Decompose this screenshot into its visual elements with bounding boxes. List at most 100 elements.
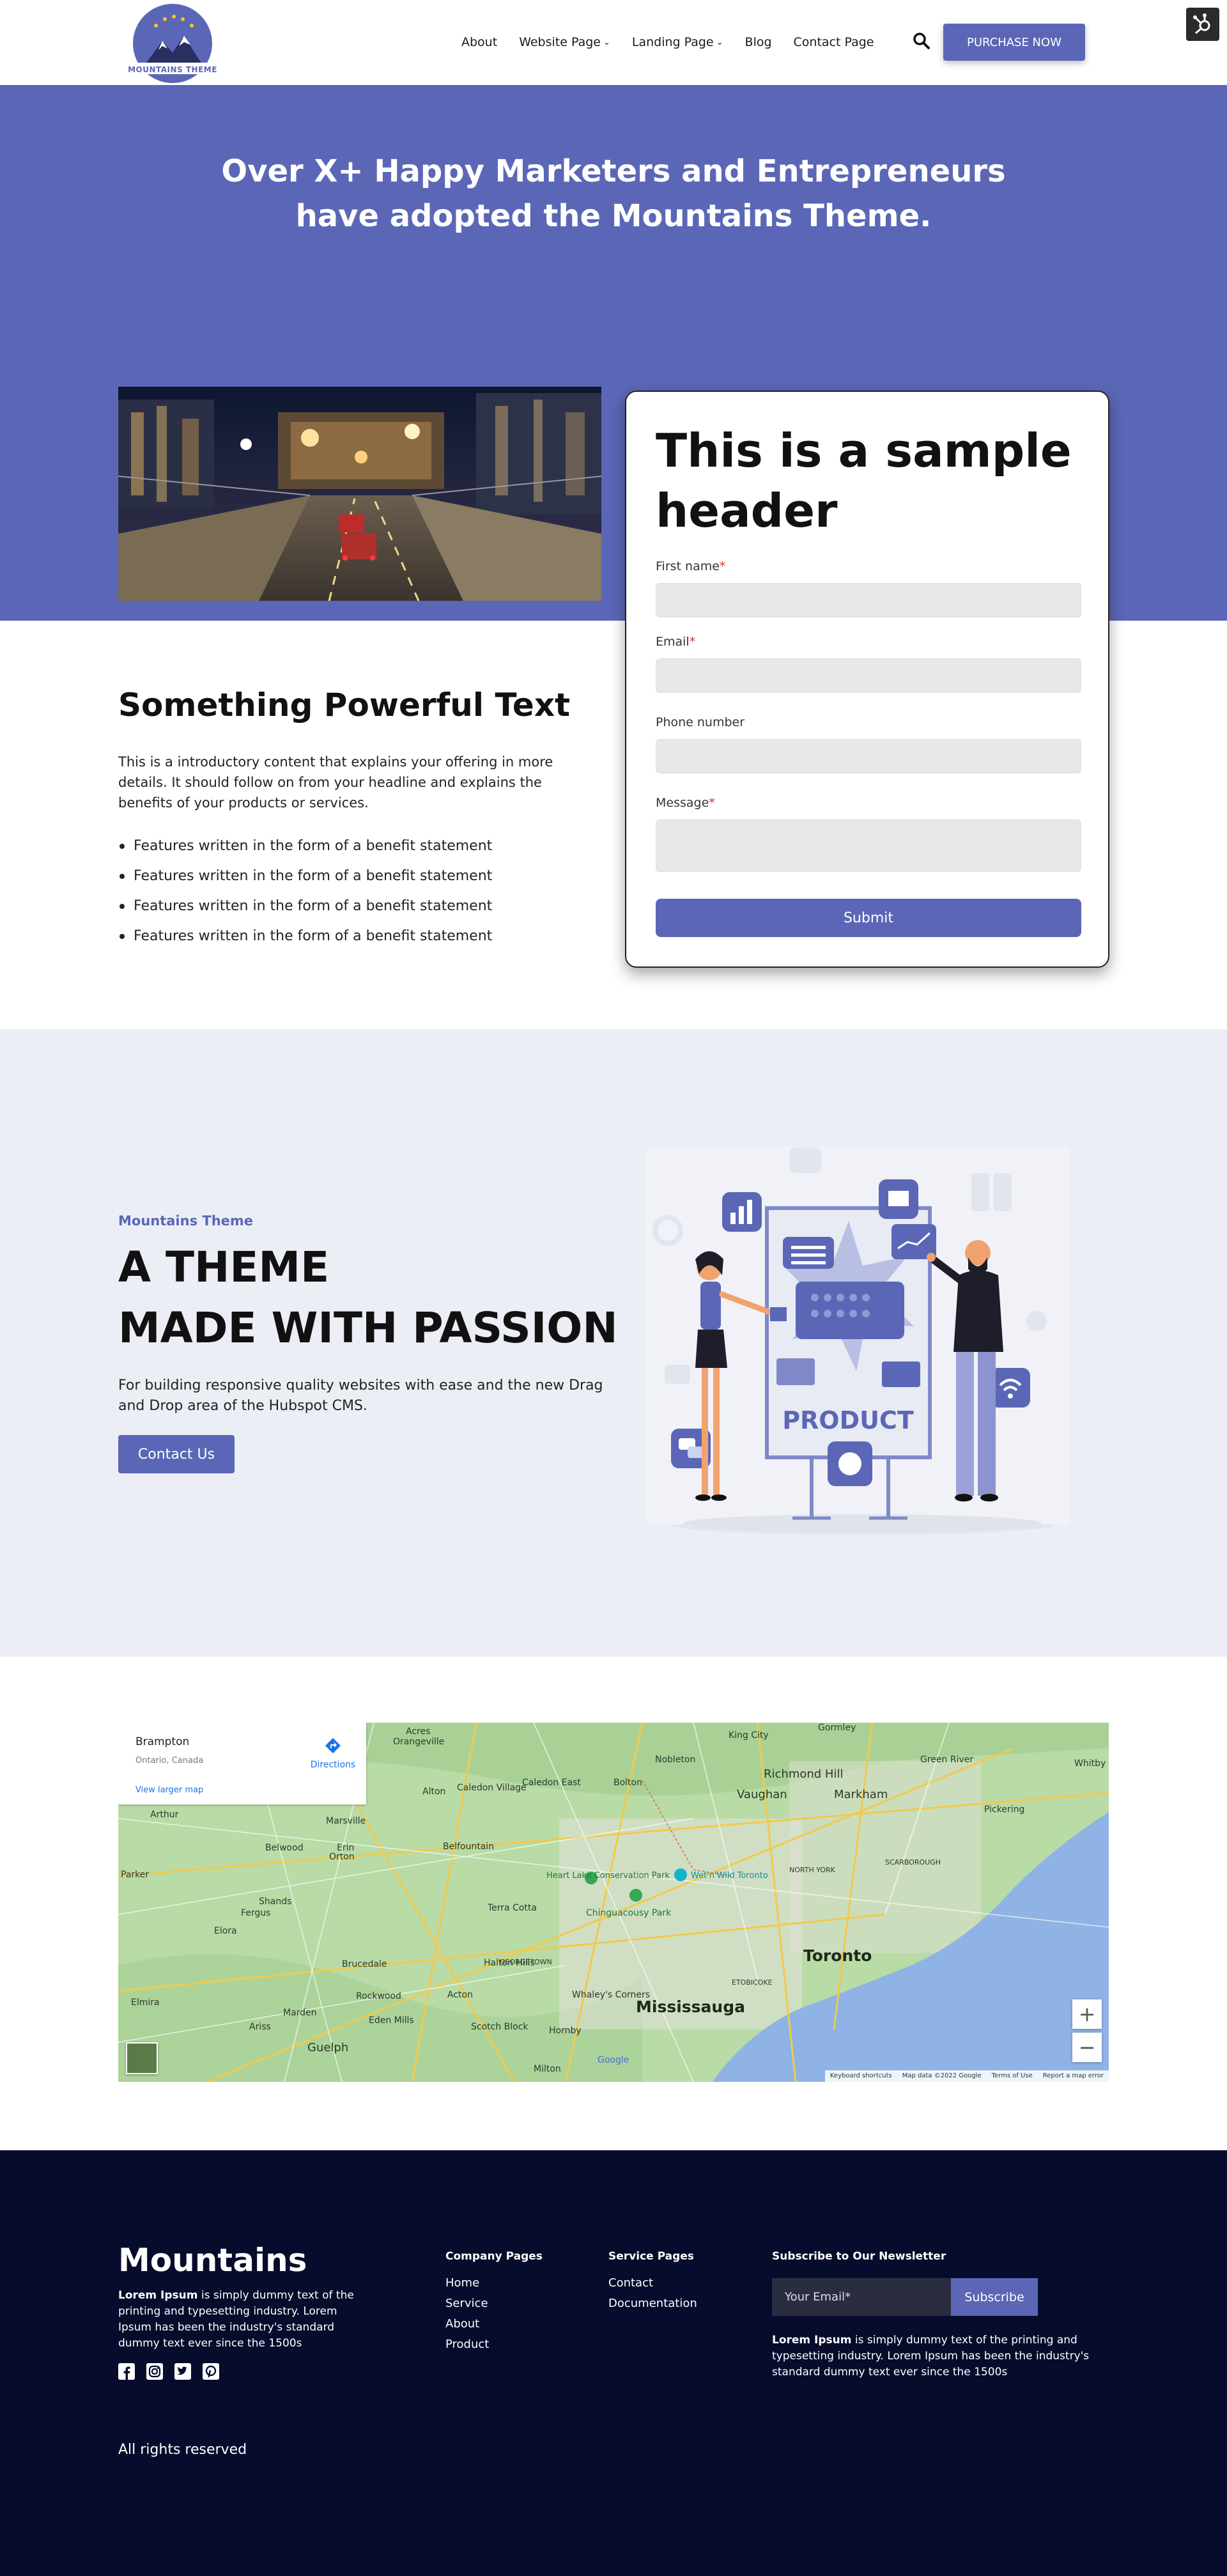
passion-title-line-2: MADE WITH PASSION [118, 1303, 618, 1353]
first-name-field[interactable] [656, 583, 1081, 617]
footer-about: Lorem Ipsum is simply dummy text of the … [118, 2288, 361, 2352]
footer-link-home[interactable]: Home [445, 2276, 479, 2290]
report-map-error-link[interactable]: Report a map error [1038, 2070, 1109, 2082]
map-label-north-york: NORTH YORK [789, 1866, 835, 1874]
twitter-icon[interactable] [174, 2363, 191, 2380]
map-label-parker: Parker [121, 1870, 150, 1880]
map-label-wet-n-wild: Wet'n'Wild Toronto [691, 1871, 768, 1881]
embedded-map[interactable]: Toronto Mississauga Richmond Hill Vaugha… [118, 1723, 1109, 2082]
map-label-toronto: Toronto [803, 1946, 872, 1965]
facebook-icon[interactable] [118, 2363, 135, 2380]
map-label-caledon-village: Caledon Village [457, 1783, 527, 1793]
map-label-pickering: Pickering [984, 1804, 1025, 1815]
view-larger-map-link[interactable]: View larger map [135, 1785, 203, 1795]
terms-of-use-link[interactable]: Terms of Use [987, 2070, 1038, 2082]
list-item: Features written in the form of a benefi… [118, 831, 492, 861]
map-label-chinguacousy-park: Chinguacousy Park [586, 1908, 672, 1918]
hero-title: Over X+ Happy Marketers and Entrepreneur… [166, 149, 1061, 238]
directions-icon [325, 1738, 341, 1753]
required-marker: * [689, 635, 696, 649]
copyright-text: All rights reserved [118, 2442, 247, 2458]
map-label-eden-mills: Eden Mills [369, 2015, 414, 2026]
footer-link-contact[interactable]: Contact [608, 2276, 653, 2290]
footer-link-service[interactable]: Service [445, 2297, 488, 2310]
footer-link-product[interactable]: Product [445, 2338, 489, 2351]
required-marker: * [709, 796, 715, 810]
satellite-toggle-button[interactable] [126, 2042, 158, 2074]
submit-button[interactable]: Submit [656, 899, 1081, 937]
map-label-vaughan: Vaughan [737, 1788, 787, 1801]
city-street-photo [118, 387, 601, 601]
email-field[interactable] [656, 658, 1081, 693]
nav-website-page[interactable]: Website Page ⌄ [519, 35, 610, 49]
newsletter-email-field[interactable] [772, 2278, 951, 2316]
map-label-mississauga: Mississauga [636, 1998, 745, 2016]
map-zoom-out-button[interactable]: − [1072, 2033, 1102, 2062]
map-label-acton: Acton [447, 1990, 473, 2000]
directions-label: Directions [310, 1760, 356, 1770]
map-google-logo: Google [598, 2055, 629, 2065]
map-label-green-river: Green River [920, 1755, 974, 1765]
phone-field[interactable] [656, 739, 1081, 773]
map-label-richmond-hill: Richmond Hill [764, 1767, 844, 1781]
passion-title: A THEME MADE WITH PASSION [118, 1237, 618, 1358]
map-label-halton-hills: Halton Hills [484, 1958, 535, 1968]
required-marker: * [719, 559, 726, 573]
email-label-text: Email [656, 635, 690, 649]
map-label-scarborough: SCARBOROUGH [885, 1858, 941, 1866]
purchase-now-button[interactable]: PURCHASE NOW [943, 24, 1085, 61]
map-zoom-in-button[interactable]: + [1072, 1999, 1102, 2029]
nav-blog-label: Blog [745, 35, 772, 49]
site-header: MOUNTAINS THEME About Website Page ⌄ Land… [0, 0, 1227, 85]
nav-website-page-label: Website Page [519, 35, 601, 49]
map-label-bolton: Bolton [614, 1778, 642, 1788]
keyboard-shortcuts-link[interactable]: Keyboard shortcuts [825, 2070, 897, 2082]
section-eyebrow: Mountains Theme [118, 1213, 254, 1229]
footer-link-documentation[interactable]: Documentation [608, 2297, 697, 2310]
map-label-acres: Acres [406, 1726, 431, 1737]
search-icon[interactable] [913, 32, 930, 50]
passion-section: Mountains Theme A THEME MADE WITH PASSIO… [0, 1029, 1227, 1657]
nav-about[interactable]: About [461, 35, 497, 49]
map-label-shands: Shands [259, 1897, 292, 1907]
phone-label-text: Phone number [656, 715, 745, 729]
hero-title-line-1: Over X+ Happy Marketers and Entrepreneur… [221, 153, 1006, 189]
pinterest-icon[interactable] [203, 2363, 219, 2380]
intro-body: This is a introductory content that expl… [118, 754, 553, 811]
product-board-label: PRODUCT [782, 1406, 914, 1434]
play-icon [789, 1147, 821, 1173]
map-label-gormley: Gormley [818, 1723, 856, 1733]
nav-blog[interactable]: Blog [745, 35, 772, 49]
map-label-markham: Markham [834, 1788, 888, 1801]
map-label-terra-cotta: Terra Cotta [488, 1903, 537, 1913]
camera-icon [665, 1365, 690, 1384]
message-label-text: Message [656, 796, 709, 810]
map-label-etobicoke: ETOBICOKE [732, 1978, 773, 1987]
map-place-card: Brampton Ontario, Canada View larger map… [118, 1723, 366, 1804]
email-label: Email* [656, 635, 695, 649]
nav-landing-page[interactable]: Landing Page ⌄ [632, 35, 723, 49]
nav-contact-page[interactable]: Contact Page [794, 35, 874, 49]
map-place-name: Brampton [135, 1735, 190, 1748]
instagram-icon[interactable] [146, 2363, 163, 2380]
first-name-label-text: First name [656, 559, 720, 573]
subscribe-button[interactable]: Subscribe [951, 2278, 1038, 2316]
phone-label: Phone number [656, 715, 745, 729]
map-label-marden: Marden [283, 2008, 317, 2018]
map-label-marsville: Marsville [326, 1816, 366, 1826]
directions-button[interactable]: Directions [310, 1737, 356, 1770]
map-label-guelph: Guelph [307, 2041, 349, 2054]
map-label-elora: Elora [214, 1926, 237, 1936]
site-footer: Mountains Lorem Ipsum is simply dummy te… [0, 2150, 1227, 2576]
map-label-orton: Orton [329, 1852, 355, 1862]
logo[interactable]: MOUNTAINS THEME [125, 4, 220, 83]
hubspot-sprocket-icon[interactable] [1186, 8, 1219, 41]
newsletter-text-bold: Lorem Ipsum [772, 2334, 852, 2347]
intro-title: Something Powerful Text [118, 687, 570, 724]
contact-us-button[interactable]: Contact Us [118, 1435, 235, 1473]
map-attribution: Keyboard shortcuts Map data ©2022 Google… [824, 2070, 1109, 2082]
message-field[interactable] [656, 819, 1081, 872]
footer-link-about[interactable]: About [445, 2317, 479, 2331]
list-item: Features written in the form of a benefi… [118, 891, 492, 921]
footer-brand: Mountains [118, 2242, 307, 2279]
